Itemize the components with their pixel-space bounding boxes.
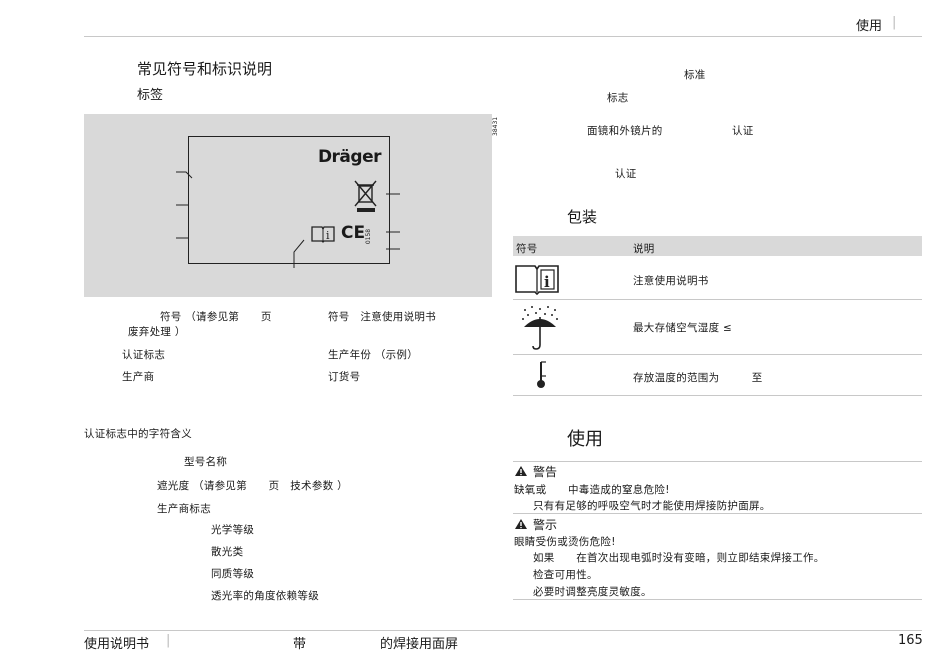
caution-line-3: 检查可用性。 <box>533 569 598 581</box>
caution-line-4: 必要时调整亮度灵敏度。 <box>533 586 652 598</box>
caution-bottom-rule <box>513 599 922 600</box>
col-symbol-header: 符号 <box>516 243 538 255</box>
packaging-heading: 包装 <box>567 208 598 226</box>
legend-weee: 符号 （请参见第 页 <box>160 311 272 323</box>
cert-shade: 遮光度 （请参见第 页 技术参数 ） <box>157 480 348 492</box>
footer-separator: | <box>166 633 171 648</box>
warning-line-2: 只有有足够的呼吸空气时才能使用焊接防护面屏。 <box>533 500 771 512</box>
symbols-heading: 常见符号和标识说明 <box>137 60 273 78</box>
legend-manual: 符号 注意使用说明书 <box>328 311 436 323</box>
manual-icon: i <box>515 265 559 296</box>
legend-cert-mark: 认证标志 <box>122 349 166 361</box>
standard-label: 标准 <box>684 69 706 81</box>
label-leader-lines <box>176 171 400 268</box>
footer-title-part1: 带 <box>293 637 307 652</box>
caution-top-rule <box>513 513 922 514</box>
caution-line-2: 如果 在首次出现电弧时没有变暗，则立即结束焊接工作。 <box>533 552 825 564</box>
legend-prod-year: 生产年份 （示例） <box>328 349 419 361</box>
footer-manual: 使用说明书 <box>84 637 150 652</box>
cert-model: 型号名称 <box>184 456 228 468</box>
warning-top-rule <box>513 461 922 462</box>
caution-triangle-icon <box>515 519 527 529</box>
legend-weee-cont: 废弃处理 ） <box>128 326 186 338</box>
image-id: 38431 <box>492 116 499 136</box>
cert-angle-class: 透光率的角度依赖等级 <box>211 590 319 602</box>
table-row-divider <box>513 299 922 300</box>
header-rule <box>84 36 922 37</box>
lens-cert-text: 面镜和外镜片的 <box>587 125 663 137</box>
packaging-table-header <box>513 236 922 256</box>
cert-manufacturer: 生产商标志 <box>157 503 211 515</box>
svg-text:i: i <box>544 273 550 291</box>
label-subheading: 标签 <box>137 88 164 103</box>
legend-order-no: 订货号 <box>328 371 361 383</box>
table-row-divider <box>513 354 922 355</box>
label-illustration: Dräger i CE 0158 <box>84 114 492 297</box>
table-row-2-desc: 最大存储空气湿度 ≤ <box>633 322 733 334</box>
use-heading: 使用 <box>567 429 603 450</box>
footer-title-part2: 的焊接用面屏 <box>380 637 459 652</box>
col-desc-header: 说明 <box>633 243 655 255</box>
page-number: 165 <box>898 633 923 648</box>
table-bottom-rule <box>513 395 922 396</box>
lens-cert-text-b: 认证 <box>732 125 754 137</box>
cert-diffusion-class: 散光类 <box>211 546 244 558</box>
legend-manufacturer: 生产商 <box>122 371 155 383</box>
header-section-title: 使用 <box>856 19 883 34</box>
umbrella-rain-icon <box>522 306 558 350</box>
table-row-3-desc: 存放温度的范围为 至 <box>633 372 763 384</box>
mark-label: 标志 <box>607 92 629 104</box>
table-row-1-desc: 注意使用说明书 <box>633 275 709 287</box>
caution-title: 警示 <box>533 518 558 532</box>
cert-homogeneity-class: 同质等级 <box>211 568 255 580</box>
warning-title: 警告 <box>533 465 558 479</box>
warning-line-1: 缺氧或 中毒造成的窒息危险! <box>514 484 670 496</box>
header-separator: | <box>892 15 897 30</box>
cert-meaning-title: 认证标志中的字符含义 <box>84 428 192 440</box>
cert-optical-class: 光学等级 <box>211 524 255 536</box>
footer-rule <box>84 630 922 631</box>
thermometer-icon <box>537 361 546 388</box>
caution-line-1: 眼睛受伤或烫伤危险! <box>514 536 616 548</box>
warning-triangle-icon <box>515 466 527 476</box>
cert-label: 认证 <box>615 168 637 180</box>
